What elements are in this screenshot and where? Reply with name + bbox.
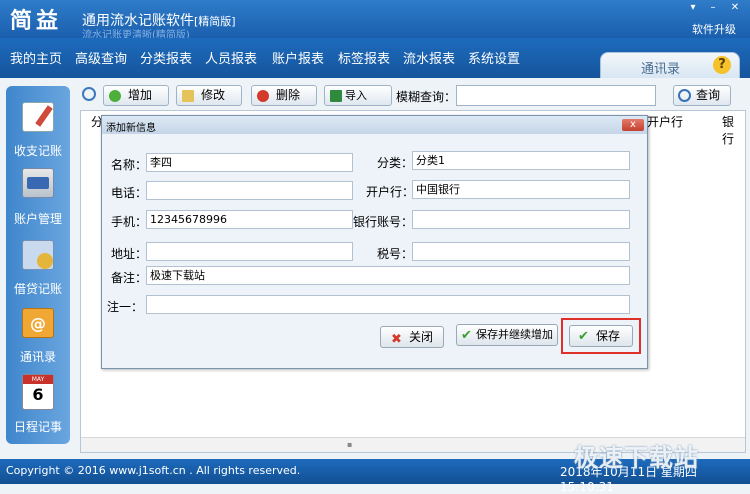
bank-account-field[interactable] (412, 210, 630, 229)
category-field[interactable]: 分类1 (412, 151, 630, 170)
import-excel-button[interactable]: 导入Excel (324, 85, 392, 121)
close-icon[interactable]: ✕ (727, 2, 743, 14)
category-label: 分类： (377, 156, 414, 170)
sidebar-item-loans[interactable]: 借贷记账 (6, 232, 70, 300)
mobile-field[interactable]: 12345678996 (146, 210, 353, 229)
sidebar-label-ledger: 收支记账 (13, 144, 62, 158)
delete-icon (257, 90, 269, 102)
remark-field[interactable]: 极速下载站 (146, 266, 630, 285)
sidebar-label-schedule: 日程记事 (13, 420, 62, 434)
note1-field[interactable] (146, 295, 630, 314)
help-icon[interactable]: ? (713, 56, 731, 74)
watermark: 极速下载站 (574, 444, 699, 472)
address-label: 地址： (111, 247, 148, 261)
excel-icon (330, 90, 342, 102)
close-button[interactable]: ✖ 关闭 (380, 326, 444, 348)
app-subtitle: 流水记账更清晰(精简版) (82, 30, 190, 38)
sidebar-item-accounts[interactable]: 账户管理 (6, 162, 70, 230)
menu-category-report[interactable]: 分类报表 (140, 48, 192, 67)
edit-button[interactable]: 修改 (176, 85, 242, 106)
sidebar-item-schedule[interactable]: MAY 6 日程记事 (6, 368, 70, 440)
sidebar-label-contacts: 通讯录 (19, 350, 56, 364)
title-bar: 简益 通用流水记账软件[精简版] 流水记账更清晰(精简版) ▾ – ✕ 软件升级 (0, 0, 750, 38)
column-header-bank[interactable]: 开户行 (647, 113, 683, 130)
sidebar-item-contacts[interactable]: @ 通讯录 (6, 300, 70, 368)
menu-account-report[interactable]: 账户报表 (272, 48, 324, 67)
search-label: 模糊查询： (396, 90, 457, 104)
address-field[interactable] (146, 242, 353, 261)
app-edition: [精简版] (194, 15, 236, 28)
scroll-thumb-icon[interactable]: ▪ (347, 441, 355, 449)
tax-id-field[interactable] (412, 242, 630, 261)
phone-label: 电话： (111, 186, 148, 200)
add-icon (109, 90, 121, 102)
add-info-dialog: 添加新信息 x 名称： 李四 分类： 分类1 电话： 开户行： 中国银行 手机：… (101, 115, 648, 369)
sidebar-label-loans: 借贷记账 (13, 282, 62, 296)
credit-card-icon (22, 168, 54, 198)
add-button[interactable]: 增加 (103, 85, 169, 106)
menu-home[interactable]: 我的主页 (10, 48, 62, 67)
calendar-icon: MAY 6 (22, 374, 54, 410)
menu-icon[interactable]: ▾ (685, 2, 701, 14)
settings-gear-icon[interactable] (82, 87, 96, 101)
sidebar-label-accounts: 账户管理 (13, 212, 62, 226)
close-x-icon: ✖ (391, 332, 402, 347)
minimize-icon[interactable]: – (705, 2, 721, 14)
save-and-continue-button[interactable]: ✔ 保存并继续增加 (456, 324, 558, 346)
name-label: 名称： (111, 158, 148, 172)
copyright-text: Copyright © 2016 www.j1soft.cn . All rig… (6, 464, 301, 477)
mobile-label: 手机： (111, 215, 148, 229)
tax-id-label: 税号： (377, 247, 414, 261)
calculator-icon (22, 240, 54, 270)
sidebar: 收支记账 账户管理 借贷记账 @ 通讯录 MAY 6 日程记事 (6, 86, 70, 444)
app-logo: 简益 (10, 8, 63, 34)
contact-book-icon: @ (22, 308, 54, 338)
dialog-title: 添加新信息 (106, 123, 156, 134)
bank-account-label: 银行账号： (353, 215, 414, 229)
column-header-account[interactable]: 银行 (722, 113, 745, 147)
dialog-title-bar: 添加新信息 x (102, 116, 647, 134)
remark-label: 备注： (111, 271, 148, 285)
save-button[interactable]: ✔ 保存 (569, 325, 633, 347)
bank-field[interactable]: 中国银行 (412, 180, 630, 199)
dialog-close-icon[interactable]: x (622, 119, 644, 131)
check-icon: ✔ (461, 328, 472, 343)
toolbar: 增加 修改 删除 导入Excel 模糊查询： 查询 (76, 82, 746, 121)
search-button[interactable]: 查询 (673, 85, 731, 106)
menu-advanced-search[interactable]: 高级查询 (75, 48, 127, 67)
delete-button[interactable]: 删除 (251, 85, 317, 106)
menu-flow-report[interactable]: 流水报表 (403, 48, 455, 67)
phone-field[interactable] (146, 181, 353, 200)
search-icon (678, 89, 691, 102)
bank-label: 开户行： (366, 185, 415, 199)
name-field[interactable]: 李四 (146, 153, 353, 172)
menu-settings[interactable]: 系统设置 (468, 48, 520, 67)
edit-icon (182, 90, 194, 102)
menu-person-report[interactable]: 人员报表 (205, 48, 257, 67)
search-input[interactable] (456, 85, 656, 106)
menu-tag-report[interactable]: 标签报表 (338, 48, 390, 67)
note1-label: 注一： (107, 300, 144, 314)
check-icon: ✔ (578, 329, 589, 344)
notepad-icon (22, 102, 54, 132)
sidebar-item-ledger[interactable]: 收支记账 (6, 92, 70, 162)
upgrade-link[interactable]: 软件升级 (692, 21, 736, 37)
tab-contacts-label: 通讯录 (641, 62, 681, 77)
tab-contacts[interactable]: 通讯录 ? (600, 52, 740, 78)
